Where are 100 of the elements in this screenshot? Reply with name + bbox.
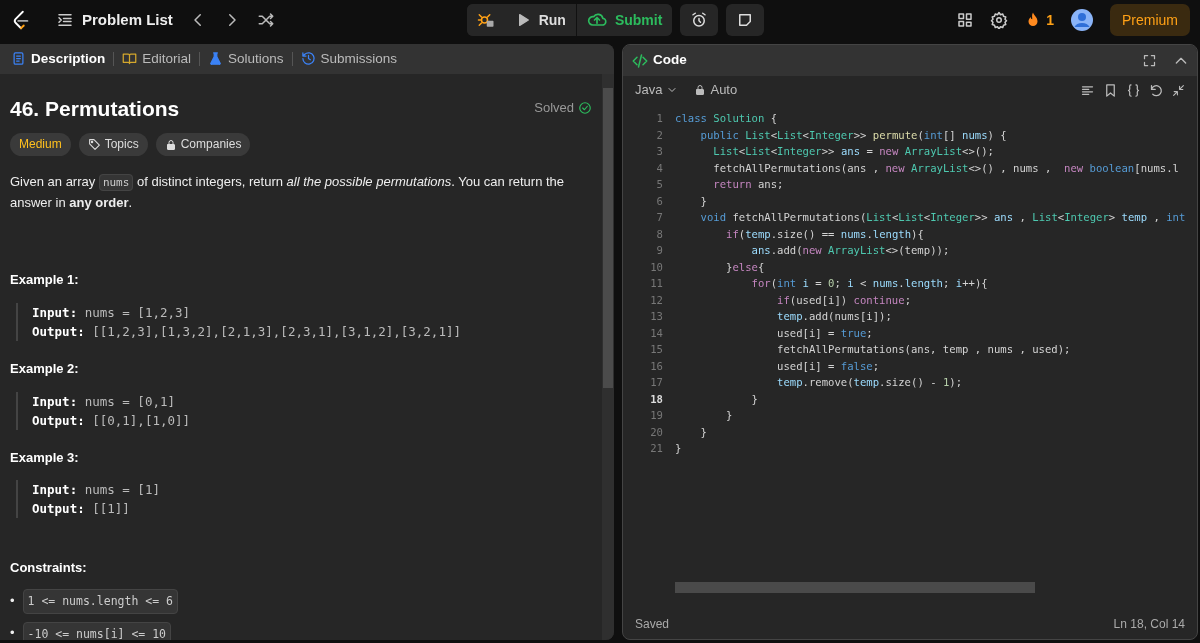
code-line: fetchAllPermutations(ans , new ArrayList<>() , nums , new boolean[nums.l	[712, 160, 1179, 176]
book-icon	[122, 51, 138, 67]
line-number: 6	[655, 193, 664, 209]
problem-description: Given an array nums of distinct integers, return all the possible permutations. You can return the answer in any order.	[10, 173, 566, 213]
line-number: 17	[649, 375, 664, 390]
bullet: •	[10, 624, 15, 640]
example-line: Output: [[1]]	[32, 500, 131, 519]
code-line: }	[699, 424, 707, 440]
line-number: 7	[655, 210, 664, 225]
line-number: 1	[655, 111, 664, 126]
constraints-heading: Constraints:	[10, 559, 88, 578]
problem-list-link[interactable]: Problem List	[82, 8, 173, 32]
timer-button[interactable]	[680, 4, 719, 36]
bookmark-icon[interactable]	[1103, 82, 1118, 98]
code-panel-title: Code	[653, 51, 687, 70]
example-heading: Example 2:	[10, 359, 80, 378]
example-heading: Example 1:	[10, 270, 80, 289]
layout-icon[interactable]	[956, 11, 975, 29]
example-line: Output: [[0,1],[1,0]]	[32, 411, 192, 430]
difficulty-tag[interactable]: Medium	[10, 133, 71, 157]
example-heading: Example 3:	[10, 448, 80, 467]
line-number: 9	[655, 243, 664, 258]
document-icon	[11, 51, 26, 67]
history-icon	[300, 51, 316, 67]
line-number: 3	[655, 144, 664, 159]
line-number: 10	[649, 259, 664, 275]
line-number: 13	[649, 309, 664, 324]
braces-icon[interactable]	[1126, 82, 1141, 98]
premium-button[interactable]: Premium	[1110, 4, 1190, 36]
tag-icon	[87, 138, 101, 152]
code-line: if(temp.size() == nums.length){	[725, 226, 924, 242]
line-number: 16	[649, 358, 664, 374]
bug-icon	[476, 11, 495, 29]
code-line: return ans;	[712, 177, 784, 192]
settings-icon[interactable]	[990, 11, 1009, 29]
code-line: fetchAllPermutations(ans, temp , nums , used);	[776, 342, 1071, 357]
bullet: •	[10, 591, 15, 610]
example-line: Input: nums = [1]	[32, 481, 161, 500]
line-number: 12	[649, 292, 664, 308]
alarm-clock-icon	[690, 11, 709, 29]
code-icon	[631, 51, 649, 70]
scrollbar[interactable]	[602, 73, 614, 640]
description-tab[interactable]: Description	[8, 48, 109, 69]
line-number: 14	[649, 325, 664, 341]
line-number: 2	[655, 127, 664, 143]
code-line: used[i] = true;	[776, 325, 873, 341]
lock-icon	[694, 84, 707, 96]
lock-icon	[164, 138, 177, 151]
constraint: -10 <= nums[i] <= 10	[22, 621, 172, 640]
fullscreen-icon[interactable]	[1142, 53, 1157, 68]
notes-button[interactable]	[726, 4, 765, 36]
solutions-tab[interactable]: Solutions	[205, 48, 287, 69]
shuffle-icon[interactable]	[256, 11, 275, 29]
flask-icon	[208, 51, 224, 67]
list-icon[interactable]	[56, 11, 74, 29]
line-number: 19	[649, 408, 664, 423]
submit-button[interactable]: Submit	[575, 4, 673, 36]
line-number: 5	[655, 177, 664, 192]
example-line: Input: nums = [1,2,3]	[32, 303, 192, 322]
code-line: ans.add(new ArrayList<>(temp));	[750, 243, 950, 258]
line-number: 11	[649, 276, 664, 291]
save-status: Saved	[635, 616, 670, 633]
minimize-icon[interactable]	[1172, 83, 1185, 97]
line-number: 18	[649, 391, 664, 407]
submissions-tab[interactable]: Submissions	[297, 48, 401, 69]
editorial-tab[interactable]: Editorial	[119, 48, 195, 69]
solved-status: Solved	[534, 98, 574, 117]
cursor-position: Ln 18, Col 14	[1113, 616, 1185, 633]
avatar-icon[interactable]	[1070, 8, 1094, 32]
line-number: 21	[649, 441, 664, 456]
constraint: 1 <= nums.length <= 6	[22, 589, 178, 614]
code-line: }	[725, 408, 733, 423]
code-line: }	[699, 193, 707, 209]
topics-tag[interactable]: Topics	[78, 133, 148, 157]
mode-label[interactable]: Auto	[710, 80, 738, 100]
code-line: temp.remove(temp.size() - 1);	[776, 375, 963, 390]
problem-title: 46. Permutations	[10, 95, 180, 122]
line-number: 8	[655, 226, 664, 242]
code-line: List<List<Integer>> ans = new ArrayList<>();	[712, 144, 994, 159]
companies-tag[interactable]: Companies	[155, 133, 251, 157]
example-line: Input: nums = [0,1]	[32, 392, 176, 411]
line-number: 4	[655, 160, 664, 176]
code-line: void fetchAllPermutations(List<List<Integer>> ans , List<Integer> temp , int	[699, 210, 1186, 225]
code-line: }	[675, 441, 682, 456]
code-line: public List<List<Integer>> permute(int[] nums) {	[699, 127, 1007, 143]
code-line: used[i] = false;	[776, 358, 880, 374]
code-line: temp.add(nums[i]);	[776, 309, 892, 324]
code-line: if(used[i]) continue;	[776, 292, 911, 308]
code-line: }	[750, 391, 758, 407]
undo-icon[interactable]	[1149, 82, 1164, 98]
code-line: }else{	[725, 259, 765, 275]
language-select[interactable]: Java	[635, 80, 679, 100]
horizontal-scrollbar[interactable]	[675, 582, 1035, 593]
example-line: Output: [[1,2,3],[1,3,2],[2,1,3],[2,3,1],[3,1,2],[3,2,1]]	[32, 322, 462, 341]
streak-count: 1	[1046, 10, 1054, 30]
check-circle-icon	[578, 101, 592, 116]
line-number: 15	[649, 342, 664, 357]
code-line: for(int i = 0; i < nums.length; i++){	[750, 276, 988, 291]
code-line: class Solution {	[675, 111, 778, 126]
line-number: 20	[649, 424, 664, 440]
